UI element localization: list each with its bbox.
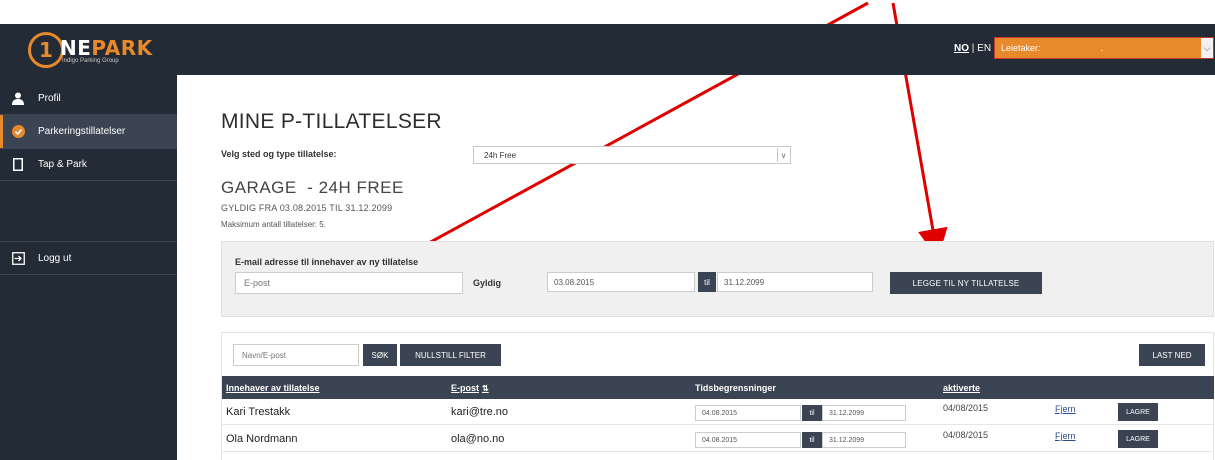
permit-type-value: 24h Free xyxy=(484,150,517,160)
row-email: ola@no.no xyxy=(451,433,505,445)
add-permit-panel: E-mail adresse til innehaver av ny tilla… xyxy=(221,241,1214,317)
logo-text: NEPARK Indigo Parking Group xyxy=(60,36,153,64)
valid-range: GYLDIG FRA 03.08.2015 TIL 31.12.2099 xyxy=(221,203,393,213)
row-from-input[interactable] xyxy=(695,405,801,421)
max-permits: Maksimum antall tillatelser: 5. xyxy=(221,220,326,229)
row-email: kari@tre.no xyxy=(451,406,509,418)
tenant-select-value: Leietaker: . xyxy=(995,38,1201,58)
sidebar: Profil Parkeringstillatelser Tap & Park … xyxy=(0,75,177,460)
til-label: til xyxy=(698,272,716,292)
row-remove-link[interactable]: Fjern xyxy=(1055,404,1076,414)
top-bar: 1 NEPARK Indigo Parking Group NO | EN Le… xyxy=(0,24,1215,75)
phone-icon xyxy=(10,157,26,173)
sidebar-item-logg-ut[interactable]: Logg ut xyxy=(0,241,177,275)
email-label: E-mail adresse til innehaver av ny tilla… xyxy=(235,257,419,267)
email-input[interactable] xyxy=(235,272,463,294)
tenant-value: . xyxy=(1100,43,1104,53)
permit-type-select[interactable]: 24h Free ∨ xyxy=(473,146,791,164)
header-time: Tidsbegrensninger xyxy=(695,383,776,393)
row-name: Kari Trestakk xyxy=(226,406,291,418)
table-row: Ola Nordmann ola@no.no til 04/08/2015 Fj… xyxy=(222,426,1214,452)
table-header: Innehaver av tillatelse E-post ⇅ Tidsbegr… xyxy=(222,376,1214,399)
valid-to-input[interactable] xyxy=(717,272,873,292)
gyldig-label: Gyldig xyxy=(473,278,502,288)
active-indicator xyxy=(0,115,3,148)
search-button[interactable]: SØK xyxy=(363,344,397,366)
row-name: Ola Nordmann xyxy=(226,433,298,445)
row-from-input[interactable] xyxy=(695,432,801,448)
row-to-input[interactable] xyxy=(822,405,906,421)
tenant-label: Leietaker: xyxy=(1001,43,1041,53)
table-row: Kari Trestakk kari@tre.no til 04/08/2015… xyxy=(222,399,1214,425)
page-title: MINE P-TILLATELSER xyxy=(221,110,442,133)
header-email-label: E-post xyxy=(451,383,479,393)
logo-subtitle: Indigo Parking Group xyxy=(62,58,119,64)
row-activated: 04/08/2015 xyxy=(943,403,989,413)
permits-table-panel: SØK NULLSTILL FILTER LAST NED Innehaver … xyxy=(221,332,1214,460)
row-til-label: til xyxy=(802,405,822,421)
chevron-down-icon: ∨ xyxy=(777,148,789,162)
row-til-label: til xyxy=(802,432,822,448)
search-input[interactable] xyxy=(233,344,359,366)
onepark-logo[interactable]: 1 NEPARK Indigo Parking Group xyxy=(28,32,153,68)
lang-separator: | xyxy=(969,43,978,54)
row-remove-link[interactable]: Fjern xyxy=(1055,431,1076,441)
sidebar-item-label: Profil xyxy=(38,93,61,104)
row-to-input[interactable] xyxy=(822,432,906,448)
row-activated: 04/08/2015 xyxy=(943,430,989,440)
reset-filter-button[interactable]: NULLSTILL FILTER xyxy=(400,344,501,366)
header-activated[interactable]: aktiverte xyxy=(943,383,980,393)
lang-en-link[interactable]: EN xyxy=(977,43,991,54)
row-save-button[interactable]: LAGRE xyxy=(1118,403,1158,421)
tenant-select[interactable]: Leietaker: . ⌵ xyxy=(994,37,1214,59)
sidebar-item-profil[interactable]: Profil xyxy=(0,83,177,115)
chevron-down-icon: ⌵ xyxy=(1201,38,1213,58)
logout-icon xyxy=(10,250,26,266)
logo-word-ne: NE xyxy=(60,36,92,60)
sort-icon: ⇅ xyxy=(482,384,489,393)
logo-word: NEPARK xyxy=(60,36,153,60)
permit-type-label: Velg sted og type tillatelse: xyxy=(221,149,337,159)
valid-from-input[interactable] xyxy=(547,272,695,292)
lang-no-link[interactable]: NO xyxy=(954,43,969,54)
sidebar-item-label: Parkeringstillatelser xyxy=(38,126,126,137)
sidebar-item-parkeringstillatelser[interactable]: Parkeringstillatelser xyxy=(0,115,177,149)
logo-mark-icon: 1 xyxy=(28,32,64,68)
download-button[interactable]: LAST NED xyxy=(1139,344,1205,366)
garage-title: GARAGE - 24H FREE xyxy=(221,178,404,197)
check-circle-icon xyxy=(10,124,26,140)
sidebar-item-label: Logg ut xyxy=(38,252,72,264)
sidebar-item-label: Tap & Park xyxy=(38,159,87,170)
person-icon xyxy=(10,91,26,107)
sidebar-item-tap-park[interactable]: Tap & Park xyxy=(0,149,177,181)
add-permit-button[interactable]: LEGGE TIL NY TILLATELSE xyxy=(890,272,1042,294)
logo-word-park: PARK xyxy=(91,36,153,60)
language-switcher: NO | EN xyxy=(954,43,991,54)
header-holder[interactable]: Innehaver av tillatelse xyxy=(226,383,320,393)
header-email[interactable]: E-post ⇅ xyxy=(451,383,489,393)
row-save-button[interactable]: LAGRE xyxy=(1118,430,1158,448)
